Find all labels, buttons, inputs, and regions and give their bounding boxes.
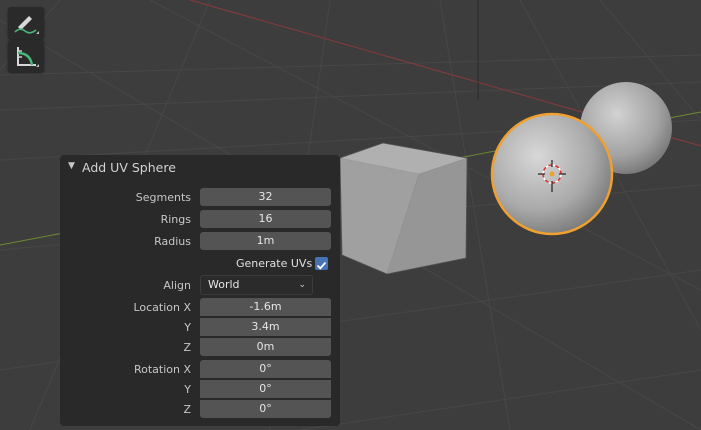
cube-object[interactable] bbox=[339, 142, 468, 275]
location-z-field[interactable]: 0m bbox=[200, 338, 331, 356]
location-z-label: Z bbox=[183, 341, 191, 354]
rotation-y-field[interactable]: 0° bbox=[200, 380, 331, 398]
location-y-field[interactable]: 3.4m bbox=[200, 318, 331, 336]
location-x-label: Location X bbox=[133, 301, 191, 314]
align-label: Align bbox=[163, 279, 191, 292]
rings-label: Rings bbox=[160, 213, 191, 226]
segments-field[interactable]: 32 bbox=[200, 188, 331, 206]
align-value: World bbox=[208, 278, 240, 291]
panel-header[interactable]: ▼ Add UV Sphere bbox=[60, 155, 340, 181]
rotation-x-label: Rotation X bbox=[133, 363, 191, 376]
location-y-label: Y bbox=[184, 321, 191, 334]
annotate-tool-button[interactable] bbox=[8, 7, 44, 39]
panel-title: Add UV Sphere bbox=[82, 160, 176, 175]
rings-field[interactable]: 16 bbox=[200, 210, 331, 228]
generate-uvs-checkbox[interactable] bbox=[315, 257, 328, 270]
measure-icon bbox=[17, 47, 39, 67]
annotate-icon bbox=[14, 16, 39, 34]
location-x-field[interactable]: -1.6m bbox=[200, 298, 331, 316]
align-dropdown[interactable]: World ⌄ bbox=[200, 275, 313, 295]
chevron-down-icon: ⌄ bbox=[298, 280, 306, 290]
radius-label: Radius bbox=[154, 235, 191, 248]
rotation-x-field[interactable]: 0° bbox=[200, 360, 331, 378]
rotation-z-field[interactable]: 0° bbox=[200, 400, 331, 418]
radius-field[interactable]: 1m bbox=[200, 232, 331, 250]
measure-tool-button[interactable] bbox=[8, 40, 44, 72]
checkmark-icon bbox=[316, 261, 327, 270]
rotation-z-label: Z bbox=[183, 403, 191, 416]
add-uv-sphere-panel: ▼ Add UV Sphere Segments 32 Rings 16 Rad… bbox=[60, 155, 340, 426]
generate-uvs-label: Generate UVs bbox=[236, 257, 313, 270]
rotation-y-label: Y bbox=[184, 383, 191, 396]
collapse-triangle-icon[interactable]: ▼ bbox=[68, 161, 75, 171]
segments-label: Segments bbox=[135, 191, 191, 204]
